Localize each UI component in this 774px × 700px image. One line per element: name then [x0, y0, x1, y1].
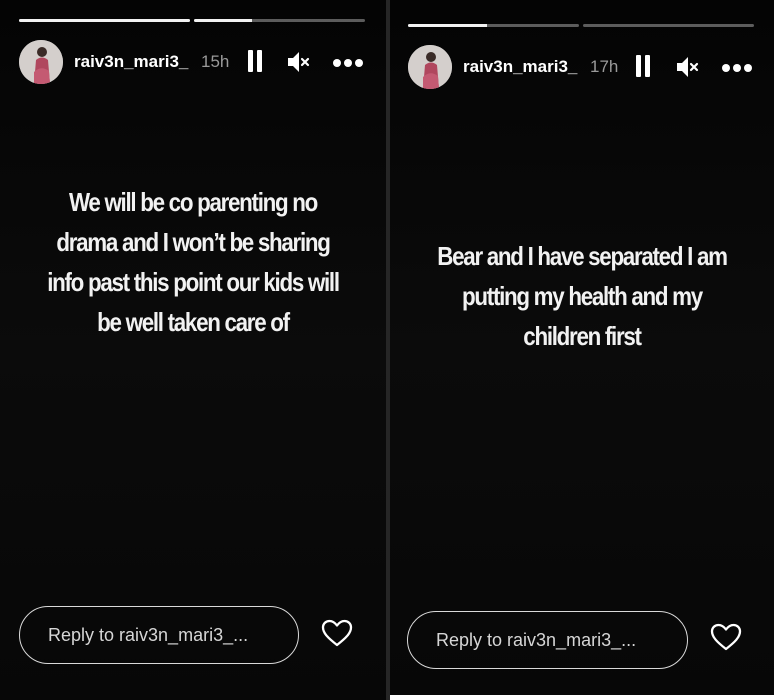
heart-icon[interactable]	[709, 622, 743, 652]
story-text-line: We will be co parenting no	[68, 187, 318, 217]
speaker-muted-icon[interactable]	[285, 49, 311, 75]
story-panel-2[interactable]: raiv3n_mari3_ 17h Bear and I have separa…	[390, 0, 774, 695]
avatar[interactable]	[408, 45, 452, 89]
story-text-line: children first	[523, 321, 642, 351]
story-header: raiv3n_mari3_ 17h	[390, 45, 774, 91]
story-text-line: Bear and I have separated I am	[437, 241, 728, 271]
pause-icon[interactable]	[246, 50, 264, 72]
story-text-line: be well taken care of	[97, 307, 290, 337]
story-header: raiv3n_mari3_ 15h	[0, 40, 386, 86]
reply-placeholder: Reply to raiv3n_mari3_...	[436, 630, 637, 650]
reply-placeholder: Reply to raiv3n_mari3_...	[48, 625, 249, 645]
username[interactable]: raiv3n_mari3_	[74, 52, 188, 72]
username[interactable]: raiv3n_mari3_	[463, 57, 577, 77]
more-options-icon[interactable]	[722, 64, 752, 72]
story-text: Bear and I have separated I am putting m…	[417, 236, 747, 356]
progress-fill	[408, 24, 487, 27]
story-text-line: info past this point our kids will	[47, 267, 340, 297]
progress-bars	[0, 19, 386, 22]
story-text: We will be co parenting no drama and I w…	[27, 182, 359, 342]
speaker-muted-icon[interactable]	[674, 54, 700, 80]
progress-segment	[408, 24, 579, 27]
avatar[interactable]	[19, 40, 63, 84]
progress-fill	[194, 19, 253, 22]
timestamp: 15h	[201, 52, 230, 71]
more-options-icon[interactable]	[333, 59, 363, 67]
story-panel-1[interactable]: raiv3n_mari3_ 15h We will be co parentin…	[0, 0, 386, 700]
progress-bars	[390, 24, 774, 27]
story-text-line: drama and I won’t be sharing	[56, 227, 331, 257]
heart-icon[interactable]	[320, 618, 354, 648]
progress-segment	[583, 24, 754, 27]
progress-fill	[19, 19, 190, 22]
progress-segment	[194, 19, 365, 22]
progress-segment	[19, 19, 190, 22]
timestamp: 17h	[590, 57, 619, 76]
reply-input[interactable]: Reply to raiv3n_mari3_...	[407, 611, 688, 669]
story-viewer: raiv3n_mari3_ 15h We will be co parentin…	[0, 0, 774, 700]
pause-icon[interactable]	[634, 55, 652, 77]
reply-input[interactable]: Reply to raiv3n_mari3_...	[19, 606, 299, 664]
story-text-line: putting my health and my	[462, 281, 703, 311]
